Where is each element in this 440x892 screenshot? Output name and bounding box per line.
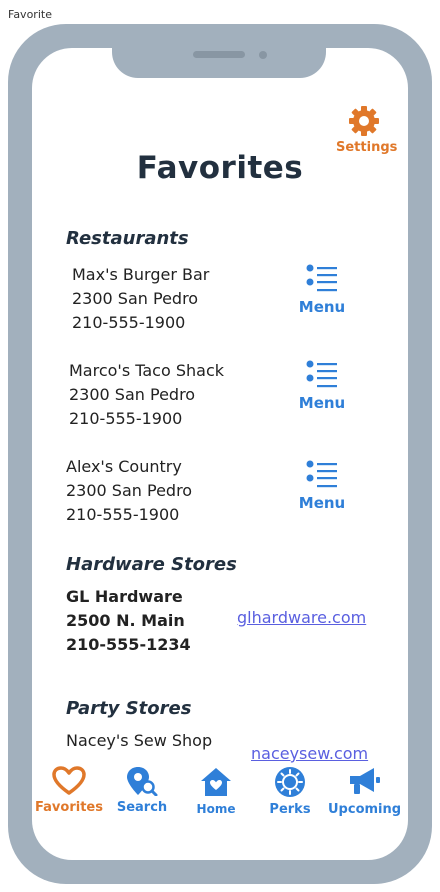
list-item: Marco's Taco Shack 2300 San Pedro 210-55… xyxy=(69,359,224,431)
front-camera xyxy=(259,51,267,59)
nav-label: Home xyxy=(196,802,236,816)
nav-item-search[interactable]: Search xyxy=(108,766,176,815)
heart-icon xyxy=(34,766,104,796)
store-address: 2500 N. Main xyxy=(66,611,185,630)
menu-label: Menu xyxy=(298,298,346,316)
restaurant-address: 2300 San Pedro xyxy=(66,481,193,500)
nav-label: Search xyxy=(116,800,168,815)
store-website-link[interactable]: naceysew.com xyxy=(251,744,368,763)
section-title-restaurants: Restaurants xyxy=(66,228,189,249)
menu-label: Menu xyxy=(298,394,346,412)
bottom-nav: Favorites Search Home Perks Upcoming xyxy=(32,766,408,826)
list-item: Alex's Country 2300 San Pedro 210-555-19… xyxy=(66,455,192,527)
gear-icon xyxy=(336,104,392,138)
menu-button[interactable]: Menu xyxy=(294,460,350,512)
list-item: Nacey's Sew Shop xyxy=(66,729,212,753)
nav-label: Perks xyxy=(269,802,311,817)
section-title-hardware: Hardware Stores xyxy=(66,554,237,575)
map-pin-search-icon xyxy=(108,766,176,796)
nav-label: Upcoming xyxy=(328,802,402,817)
frame-caption: Favorite xyxy=(8,8,52,21)
list-item: Max's Burger Bar 2300 San Pedro 210-555-… xyxy=(72,263,209,335)
list-icon xyxy=(294,460,350,492)
badge-icon xyxy=(257,766,323,798)
nav-item-home[interactable]: Home xyxy=(183,766,249,816)
restaurant-name: Max's Burger Bar xyxy=(72,265,210,284)
nav-item-upcoming[interactable]: Upcoming xyxy=(328,766,402,817)
restaurant-phone: 210-555-1900 xyxy=(69,409,183,428)
nav-label: Favorites xyxy=(35,800,103,815)
section-title-party: Party Stores xyxy=(66,698,192,719)
store-name: Nacey's Sew Shop xyxy=(66,731,213,750)
home-icon xyxy=(183,766,249,798)
restaurant-address: 2300 San Pedro xyxy=(69,385,196,404)
restaurant-name: Alex's Country xyxy=(66,457,182,476)
menu-button[interactable]: Menu xyxy=(294,264,350,316)
nav-item-perks[interactable]: Perks xyxy=(257,766,323,817)
store-phone: 210-555-1234 xyxy=(66,635,191,654)
page-title: Favorites xyxy=(136,150,304,186)
restaurant-address: 2300 San Pedro xyxy=(72,289,199,308)
megaphone-icon xyxy=(328,766,400,798)
list-item: GL Hardware 2500 N. Main 210-555-1234 xyxy=(66,585,191,657)
store-name: GL Hardware xyxy=(66,587,183,606)
nav-item-favorites[interactable]: Favorites xyxy=(34,766,104,815)
restaurant-phone: 210-555-1900 xyxy=(66,505,180,524)
restaurant-phone: 210-555-1900 xyxy=(72,313,186,332)
menu-button[interactable]: Menu xyxy=(294,360,350,412)
list-icon xyxy=(294,264,350,296)
speaker-grille xyxy=(193,51,245,58)
store-website-link[interactable]: glhardware.com xyxy=(237,608,366,627)
settings-button[interactable]: Settings xyxy=(336,104,397,155)
list-icon xyxy=(294,360,350,392)
restaurant-name: Marco's Taco Shack xyxy=(69,361,225,380)
menu-label: Menu xyxy=(298,494,346,512)
